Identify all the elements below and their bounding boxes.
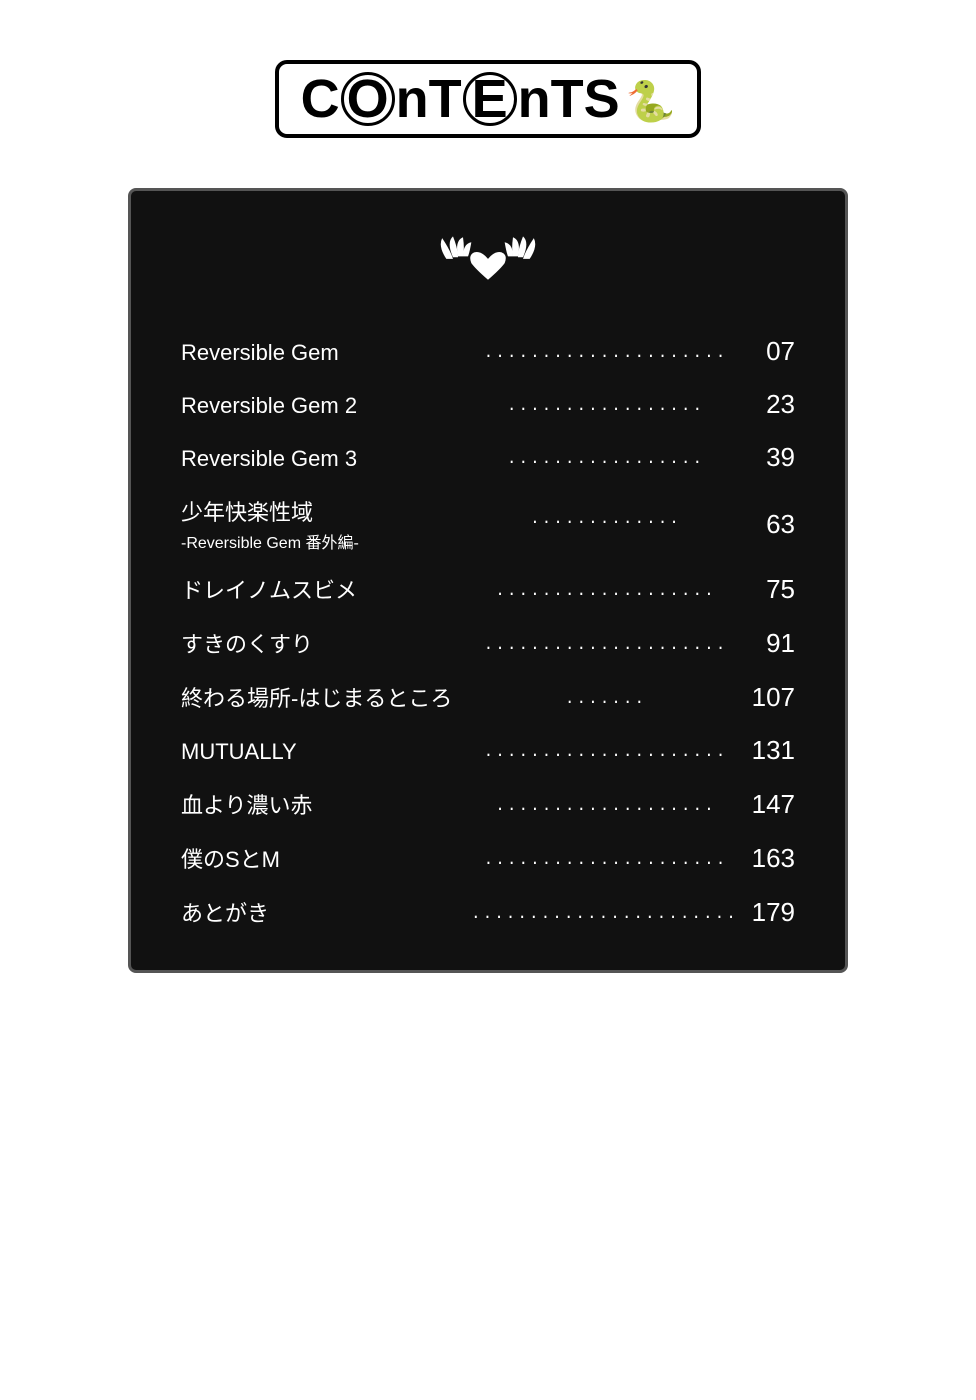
toc-entry-8: MUTUALLY ····················· 131 bbox=[181, 725, 795, 778]
toc-main-box: Reversible Gem ····················· 07 … bbox=[128, 188, 848, 973]
title-letter-e-circle: E bbox=[463, 72, 517, 126]
toc-dots-9: ··················· bbox=[471, 800, 740, 818]
toc-entry-5: ドレイノムスビメ ··················· 75 bbox=[181, 563, 795, 617]
toc-dots-5: ··················· bbox=[471, 585, 740, 603]
page: C O n T E n T S 🐍 bbox=[0, 0, 976, 1400]
toc-page-6: 91 bbox=[750, 628, 795, 659]
title-letter-o-circle: O bbox=[341, 72, 395, 126]
toc-entry-11: あとがき ························· 179 bbox=[181, 886, 795, 940]
winged-heart-icon bbox=[438, 231, 538, 296]
contents-title-box: C O n T E n T S 🐍 bbox=[275, 60, 702, 138]
toc-title-3: Reversible Gem 3 bbox=[181, 446, 461, 472]
toc-page-3: 39 bbox=[750, 442, 795, 473]
toc-title-4: 少年快楽性域 -Reversible Gem 番外編- bbox=[181, 495, 461, 553]
toc-list: Reversible Gem ····················· 07 … bbox=[181, 326, 795, 940]
toc-page-2: 23 bbox=[750, 389, 795, 420]
toc-title-7: 終わる場所-はじまるところ bbox=[181, 681, 461, 713]
toc-dots-1: ····················· bbox=[471, 347, 740, 365]
title-letter-n: n bbox=[396, 72, 429, 126]
toc-entry-10: 僕のSとM ····················· 163 bbox=[181, 832, 795, 886]
toc-entry-9: 血より濃い赤 ··················· 147 bbox=[181, 778, 795, 832]
toc-page-8: 131 bbox=[750, 735, 795, 766]
toc-entry-1: Reversible Gem ····················· 07 bbox=[181, 326, 795, 379]
toc-entry-4: 少年快楽性域 -Reversible Gem 番外編- ············… bbox=[181, 485, 795, 563]
toc-dots-3: ················· bbox=[471, 453, 740, 471]
toc-dots-11: ························· bbox=[471, 908, 740, 926]
toc-page-10: 163 bbox=[750, 843, 795, 874]
snake-number-icon: 🐍 bbox=[626, 78, 676, 125]
title-letter-s: S bbox=[584, 72, 620, 126]
toc-title-2: Reversible Gem 2 bbox=[181, 393, 461, 419]
toc-page-7: 107 bbox=[750, 682, 795, 713]
toc-title-5: ドレイノムスビメ bbox=[181, 573, 461, 605]
toc-title-11: あとがき bbox=[181, 896, 461, 928]
toc-title-10: 僕のSとM bbox=[181, 842, 461, 874]
toc-dots-10: ····················· bbox=[471, 854, 740, 872]
toc-page-9: 147 bbox=[750, 789, 795, 820]
toc-dots-6: ····················· bbox=[471, 639, 740, 657]
toc-title-9: 血より濃い赤 bbox=[181, 788, 461, 820]
toc-dots-4: ············· bbox=[471, 513, 740, 531]
title-letter-t1: T bbox=[429, 72, 462, 126]
toc-dots-2: ················· bbox=[471, 400, 740, 418]
toc-page-11: 179 bbox=[750, 897, 795, 928]
title-letter-t2: T bbox=[551, 72, 584, 126]
toc-dots-8: ····················· bbox=[471, 746, 740, 764]
toc-title-8: MUTUALLY bbox=[181, 739, 461, 765]
toc-page-4: 63 bbox=[750, 509, 795, 540]
title-letter-n2: n bbox=[518, 72, 551, 126]
toc-entry-6: すきのくすり ····················· 91 bbox=[181, 617, 795, 671]
toc-dots-7: ······· bbox=[471, 693, 740, 711]
toc-entry-7: 終わる場所-はじまるところ ······· 107 bbox=[181, 671, 795, 725]
toc-title-6: すきのくすり bbox=[181, 627, 461, 659]
toc-page-5: 75 bbox=[750, 574, 795, 605]
toc-subtitle-4: -Reversible Gem 番外編- bbox=[181, 529, 461, 553]
title-letter-c: C bbox=[301, 72, 340, 126]
toc-page-1: 07 bbox=[750, 336, 795, 367]
toc-entry-2: Reversible Gem 2 ················· 23 bbox=[181, 379, 795, 432]
toc-entry-3: Reversible Gem 3 ················· 39 bbox=[181, 432, 795, 485]
toc-title-1: Reversible Gem bbox=[181, 340, 461, 366]
